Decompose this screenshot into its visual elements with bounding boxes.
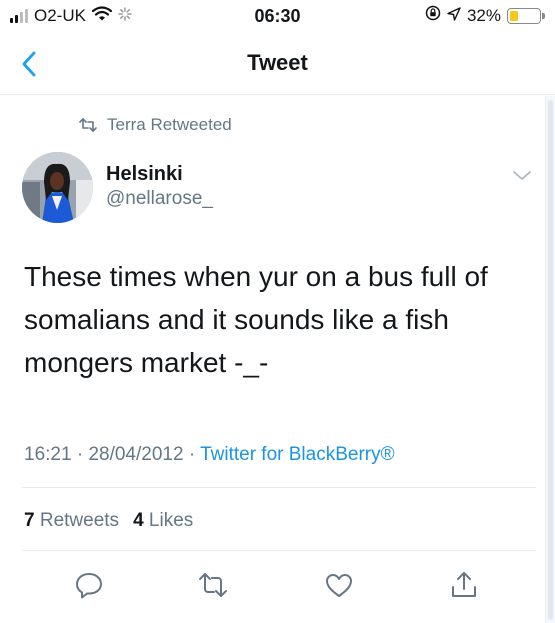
- like-icon: [326, 574, 352, 597]
- retweeted-by-row[interactable]: Terra Retweeted: [79, 115, 232, 135]
- reply-button[interactable]: [74, 570, 104, 600]
- status-right: 32%: [425, 5, 545, 26]
- tweet-actions: [0, 570, 545, 600]
- like-button[interactable]: [324, 570, 354, 600]
- more-options-button[interactable]: [509, 167, 535, 185]
- scrollbar-thumb[interactable]: [548, 100, 553, 620]
- likes-label: Likes: [148, 510, 194, 531]
- status-bar: O2-UK 06:30 32%: [0, 0, 555, 36]
- scrollbar[interactable]: [545, 96, 555, 623]
- lock-rotation-icon: [425, 5, 441, 26]
- retweets-count-link[interactable]: 7 Retweets: [24, 510, 119, 532]
- battery-icon: [507, 7, 545, 24]
- share-icon: [452, 572, 476, 597]
- tweet-text-line: mongers market -_-: [24, 347, 269, 378]
- chevron-down-icon: [513, 171, 531, 180]
- tweet-date: 28/04/2012: [88, 444, 184, 465]
- reply-icon: [76, 573, 102, 599]
- retweet-small-icon: [79, 118, 97, 132]
- avatar[interactable]: [22, 152, 93, 223]
- share-button[interactable]: [449, 570, 479, 600]
- engagement-counts: 7 Retweets 4 Likes: [24, 510, 193, 532]
- battery-percent: 32%: [466, 5, 501, 25]
- tweet-source-link[interactable]: Twitter for BlackBerry®: [200, 444, 395, 465]
- author-handle[interactable]: @nellarose_: [106, 188, 213, 210]
- tweet-text: These times when yur on a bus full of so…: [24, 255, 534, 384]
- retweet-button[interactable]: [198, 570, 228, 600]
- retweeted-by-label: Terra Retweeted: [107, 115, 232, 134]
- tweet-text-line: These times when yur on a bus full of: [24, 261, 488, 292]
- page-title: Tweet: [247, 50, 308, 75]
- tweet-text-line: somalians and it sounds like a fish: [24, 304, 449, 335]
- tweet-meta: 16:21 · 28/04/2012 · Twitter for BlackBe…: [24, 444, 395, 466]
- author-name[interactable]: Helsinki: [106, 163, 183, 186]
- retweets-count: 7: [24, 510, 35, 531]
- meta-separator: ·: [76, 444, 84, 465]
- divider: [22, 487, 536, 488]
- retweet-icon: [199, 573, 227, 597]
- likes-count-link[interactable]: 4 Likes: [133, 510, 193, 532]
- nav-bar: Tweet: [0, 36, 555, 95]
- divider: [22, 550, 536, 551]
- location-icon: [447, 6, 461, 26]
- retweets-label: Retweets: [39, 510, 120, 531]
- likes-count: 4: [133, 510, 144, 531]
- meta-separator: ·: [188, 444, 196, 465]
- tweet-time: 16:21: [24, 444, 72, 465]
